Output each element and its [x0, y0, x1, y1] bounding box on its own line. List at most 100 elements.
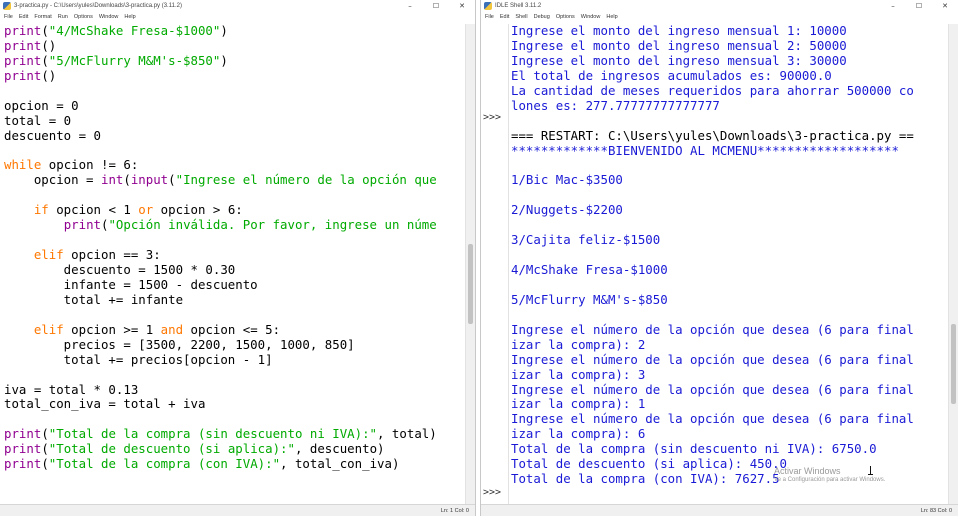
code-line[interactable]: print("Opción inválida. Por favor, ingre… [4, 217, 465, 233]
code-token: ( [41, 456, 49, 472]
editor-menu-bar: File Edit Format Run Options Window Help [0, 12, 475, 22]
code-token: int [100, 172, 124, 188]
code-token: "Total de descuento (si aplica):" [48, 441, 295, 457]
shell-output-line: Ingrese el número de la opción que desea… [511, 321, 914, 337]
code-line[interactable] [4, 412, 465, 427]
editor-scrollbar[interactable] [465, 24, 475, 504]
watermark-subtitle: Ve a Configuración para activar Windows. [774, 477, 886, 483]
code-token: opcion = 0 [4, 97, 79, 113]
shell-output-line: Ingrese el número de la opción que desea… [511, 351, 914, 367]
code-line[interactable]: print("Total de la compra (con IVA):", t… [4, 456, 465, 472]
code-line[interactable]: descuento = 0 [4, 128, 465, 144]
shell-output-line [511, 308, 948, 323]
python-idle-icon [484, 2, 492, 10]
code-token: opcion == 3: [63, 247, 161, 263]
menu-shell[interactable]: Shell [515, 14, 527, 20]
editor-title-bar[interactable]: 3-practica.py - C:\Users\yules\Downloads… [0, 0, 475, 12]
code-line[interactable]: print() [4, 67, 465, 84]
shell-output[interactable]: Ingrese el monto del ingreso mensual 1: … [511, 24, 948, 504]
code-line[interactable] [4, 188, 465, 203]
shell-title-bar[interactable]: IDLE Shell 3.11.2 – ☐ ✕ [481, 0, 958, 12]
shell-output-line [511, 248, 948, 263]
code-line[interactable]: total += precios[opcion - 1] [4, 352, 465, 368]
code-text[interactable]: print("4/McShake Fresa-$1000") print() pri… [0, 24, 465, 472]
shell-window: IDLE Shell 3.11.2 – ☐ ✕ File Edit Shell … [480, 0, 958, 516]
code-line[interactable]: while opcion != 6: [4, 157, 465, 173]
code-token: opcion <= 5: [183, 321, 281, 337]
minimize-button[interactable]: – [397, 0, 423, 12]
minimize-button[interactable]: – [880, 0, 906, 12]
code-token: "Total de la compra (sin descuento ni IV… [48, 426, 378, 442]
code-line[interactable]: print("Total de descuento (si aplica):",… [4, 441, 465, 457]
code-token: print [63, 217, 101, 233]
code-editor[interactable]: print("4/McShake Fresa-$1000") print() pri… [0, 24, 465, 504]
menu-window[interactable]: Window [581, 14, 601, 20]
menu-options[interactable]: Options [74, 14, 93, 20]
code-line[interactable]: infante = 1500 - descuento [4, 276, 465, 293]
code-token: precios = [3500, 2200, 1500, 1000, 850] [4, 336, 355, 352]
menu-edit[interactable]: Edit [500, 14, 509, 20]
menu-options[interactable]: Options [556, 14, 575, 20]
code-line[interactable]: opcion = int(input("Ingrese el número de… [4, 172, 465, 188]
code-token: elif [33, 321, 64, 337]
shell-output-line [511, 158, 948, 173]
activate-windows-watermark: Activar Windows Ve a Configuración para … [774, 466, 954, 483]
editor-status-bar: Ln: 1 Col: 0 [0, 504, 475, 516]
shell-scrollbar[interactable] [948, 24, 958, 504]
menu-debug[interactable]: Debug [534, 14, 550, 20]
code-token: , total_con_iva) [280, 456, 400, 472]
code-line[interactable] [4, 368, 465, 383]
code-line[interactable]: total += infante [4, 291, 465, 308]
code-line[interactable] [4, 233, 465, 248]
code-token: print [4, 52, 42, 68]
code-token: () [41, 67, 57, 83]
code-line[interactable]: total_con_iva = total + iva [4, 396, 465, 412]
menu-format[interactable]: Format [34, 14, 51, 20]
code-token: total += infante [4, 291, 184, 307]
code-line[interactable] [4, 308, 465, 323]
maximize-button[interactable]: ☐ [423, 0, 449, 12]
code-line[interactable]: precios = [3500, 2200, 1500, 1000, 850] [4, 336, 465, 353]
maximize-button[interactable]: ☐ [906, 0, 932, 12]
code-line[interactable]: total = 0 [4, 113, 465, 129]
code-token: print [4, 441, 42, 457]
code-token: ) [220, 52, 228, 68]
shell-prompt: >>> [483, 487, 502, 498]
code-token: ( [123, 172, 131, 188]
code-token: while [4, 157, 42, 173]
shell-scrollbar-thumb[interactable] [951, 324, 956, 404]
code-token: "4/McShake Fresa-$1000" [48, 24, 221, 38]
code-line[interactable]: print("Total de la compra (sin descuento… [4, 426, 465, 442]
editor-scrollbar-thumb[interactable] [468, 244, 473, 324]
code-token: descuento = 1500 * 0.30 [4, 262, 236, 277]
shell-output-line: 5/McFlurry M&M's-$850 [511, 291, 668, 307]
code-line[interactable]: iva = total * 0.13 [4, 382, 465, 398]
menu-help[interactable]: Help [124, 14, 135, 20]
code-line[interactable] [4, 84, 465, 99]
menu-file[interactable]: File [4, 14, 13, 20]
menu-run[interactable]: Run [58, 14, 68, 20]
code-token: ( [41, 24, 49, 38]
code-line[interactable]: opcion = 0 [4, 97, 465, 114]
code-line[interactable]: print("4/McShake Fresa-$1000") [4, 24, 465, 39]
code-token: "Total de la compra (con IVA):" [48, 456, 281, 472]
close-button[interactable]: ✕ [449, 0, 475, 12]
code-line[interactable]: descuento = 1500 * 0.30 [4, 262, 465, 278]
code-line[interactable]: elif opcion == 3: [4, 247, 465, 263]
code-line[interactable]: if opcion < 1 or opcion > 6: [4, 202, 465, 218]
editor-cursor-position: Ln: 1 Col: 0 [440, 508, 469, 514]
code-token: infante = 1500 - descuento [4, 276, 258, 292]
code-token: ( [168, 172, 176, 188]
code-line[interactable] [4, 144, 465, 159]
menu-window[interactable]: Window [99, 14, 119, 20]
menu-help[interactable]: Help [606, 14, 617, 20]
code-line[interactable]: print("5/McFlurry M&M's-$850") [4, 52, 465, 69]
code-line[interactable]: print() [4, 38, 465, 54]
close-button[interactable]: ✕ [932, 0, 958, 12]
code-line[interactable]: elif opcion >= 1 and opcion <= 5: [4, 321, 465, 338]
menu-edit[interactable]: Edit [19, 14, 28, 20]
menu-file[interactable]: File [485, 14, 494, 20]
code-token: and [160, 321, 184, 337]
